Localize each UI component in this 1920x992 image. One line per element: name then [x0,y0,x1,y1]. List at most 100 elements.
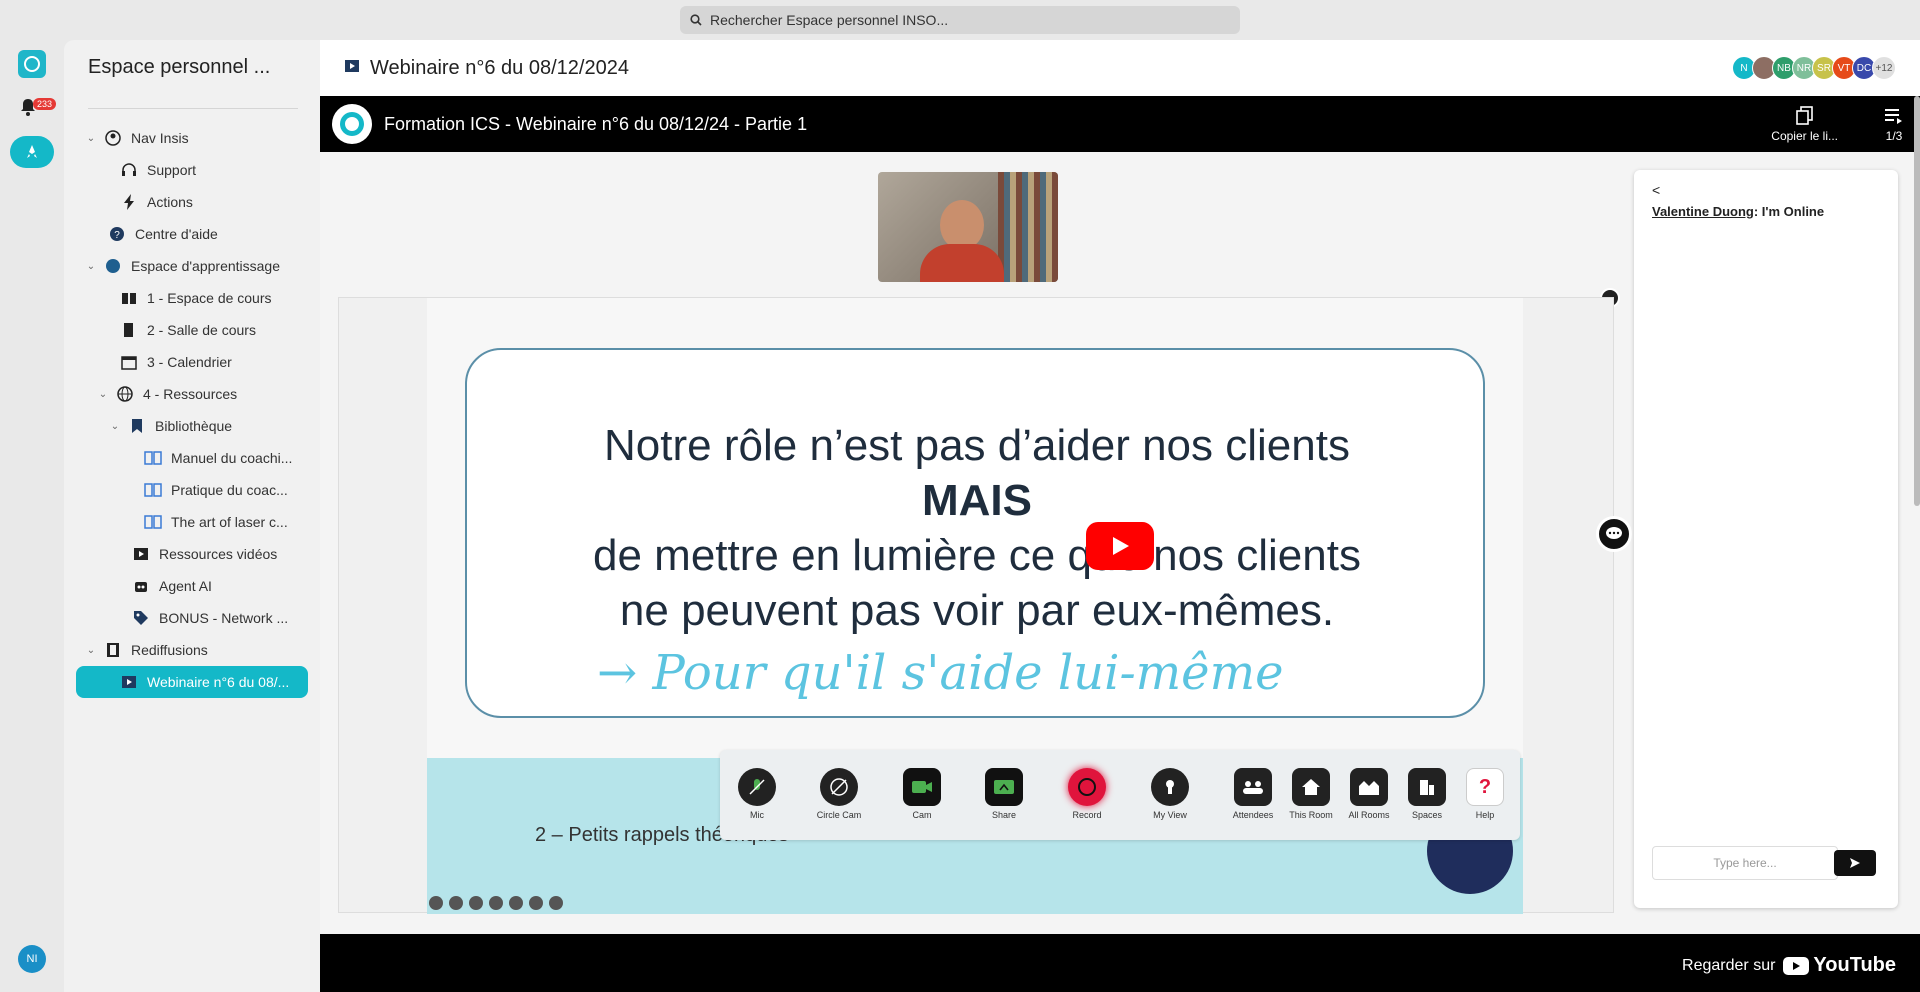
watch-on-youtube-link[interactable]: Regarder sur YouTube [1682,954,1896,977]
quote-box: Notre rôle n’est pas d’aider nos clients… [465,348,1485,718]
book-icon [144,449,162,467]
robot-icon [132,577,150,595]
video-frame[interactable]: Notre rôle n’est pas d’aider nos clients… [320,152,1920,934]
handwritten-note: → Pour qu'il s'aide lui-même [597,645,1284,701]
zoom-icon[interactable] [469,896,483,910]
webcam-thumbnail [878,172,1058,282]
sidebar-item-centre-aide[interactable]: ? Centre d'aide [64,218,320,250]
sidebar-item-ressources[interactable]: ⌄ 4 - Ressources [64,378,320,410]
attendees-button[interactable]: Attendees [1228,768,1278,820]
page-title: Webinaire n°6 du 08/12/2024 [370,56,629,79]
help-button[interactable]: ? Help [1460,768,1510,820]
share-button[interactable]: Share [979,768,1029,820]
copy-link-button[interactable]: Copier le li... [1771,106,1838,143]
sidebar-item-agent-ai[interactable]: Agent AI [64,570,320,602]
all-rooms-button[interactable]: All Rooms [1344,768,1394,820]
search-placeholder: Rechercher Espace personnel INSO... [710,12,949,28]
search-icon [690,14,702,26]
sidebar-item-bibliotheque[interactable]: ⌄ Bibliothèque [64,410,320,442]
spaces-button[interactable]: Spaces [1402,768,1452,820]
circle-cam-button[interactable]: Circle Cam [814,768,864,820]
video-icon [120,673,138,691]
video-title[interactable]: Formation ICS - Webinaire n°6 du 08/12/2… [384,114,807,135]
sidebar-item-pratique[interactable]: Pratique du coac... [64,474,320,506]
sidebar-item-actions[interactable]: Actions [64,186,320,218]
copy-link-label: Copier le li... [1771,129,1838,143]
sidebar-title: Espace personnel ... [88,56,271,78]
avatar-overflow[interactable]: +12 [1872,56,1896,80]
send-button[interactable] [1834,850,1876,876]
sidebar-item-calendrier[interactable]: 3 - Calendrier [64,346,320,378]
share-screen-icon [985,768,1023,806]
chat-message: Valentine Duong: I'm Online [1652,204,1825,219]
video-icon [344,58,360,79]
book-icon [144,513,162,531]
sidebar-item-webinaire[interactable]: Webinaire n°6 du 08/... [76,666,308,698]
meeting-toolbar: Mic Circle Cam Cam Share Record My View … [720,750,1520,840]
sidebar-item-ressources-videos[interactable]: Ressources vidéos [64,538,320,570]
attendees-icon [1234,768,1272,806]
video-title-bar: Formation ICS - Webinaire n°6 du 08/12/2… [320,96,1920,152]
sidebar-tree: ⌄ Nav Insis Support Actions ? Centre d'aid… [64,122,320,698]
camera-icon [903,768,941,806]
circle-cam-icon [820,768,858,806]
chevron-down-icon[interactable]: ⌄ [84,133,98,144]
sidebar-item-salle-cours[interactable]: 2 - Salle de cours [64,314,320,346]
pen-icon[interactable] [449,896,463,910]
user-avatar[interactable]: NI [18,945,46,973]
top-bar: Rechercher Espace personnel INSO... [0,0,1920,40]
rooms-icon [1350,768,1388,806]
search-input[interactable]: Rechercher Espace personnel INSO... [680,6,1240,34]
bookmark-icon [128,417,146,435]
video-icon [132,545,150,563]
video-player[interactable]: Formation ICS - Webinaire n°6 du 08/12/2… [320,96,1920,992]
chat-panel: < Valentine Duong: I'm Online Type here.… [1634,170,1898,908]
send-icon [1850,858,1860,868]
chat-back-button[interactable]: < [1652,182,1660,198]
play-button[interactable] [1086,522,1154,570]
sidebar-item-bonus-network[interactable]: BONUS - Network ... [64,602,320,634]
video-footer: Regarder sur YouTube [320,934,1920,992]
mic-button[interactable]: Mic [732,768,782,820]
sidebar-item-espace-apprentissage[interactable]: ⌄ Espace d'apprentissage [64,250,320,282]
this-room-button[interactable]: This Room [1286,768,1336,820]
book-icon [144,481,162,499]
building-icon [1408,768,1446,806]
svg-text:?: ? [114,230,120,241]
mic-icon [738,768,776,806]
cam-button[interactable]: Cam [897,768,947,820]
chevron-down-icon[interactable]: ⌄ [108,421,122,432]
prev-slide-icon[interactable] [429,896,443,910]
sidebar-item-nav-insis[interactable]: ⌄ Nav Insis [64,122,320,154]
member-avatars[interactable]: N NB NR SR VT DC +12 [1732,56,1896,80]
sidebar-item-rediffusions[interactable]: ⌄ Rediffusions [64,634,320,666]
chevron-down-icon[interactable]: ⌄ [84,645,98,656]
sidebar-item-manuel[interactable]: Manuel du coachi... [64,442,320,474]
rocket-icon[interactable] [10,136,54,168]
sidebar: Espace personnel ... ⌄ Nav Insis Support … [64,40,320,992]
chevron-down-icon[interactable]: ⌄ [96,389,110,400]
chat-input[interactable]: Type here... [1652,846,1838,880]
sidebar-item-support[interactable]: Support [64,154,320,186]
scrollbar[interactable] [1914,96,1920,506]
app-rail: 233 NI [0,40,64,992]
youtube-icon [1783,956,1810,975]
next-slide-icon[interactable] [549,896,563,910]
sidebar-item-espace-cours[interactable]: 1 - Espace de cours [64,282,320,314]
youtube-logo: YouTube [1783,954,1896,977]
chat-toggle-icon[interactable] [1596,516,1632,552]
slide-tools[interactable] [429,896,563,910]
chevron-down-icon[interactable]: ⌄ [84,261,98,272]
notification-badge: 233 [33,98,57,110]
channel-logo-icon[interactable] [332,104,372,144]
sidebar-item-art-laser[interactable]: The art of laser c... [64,506,320,538]
playlist-button[interactable]: 1/3 [1884,106,1904,143]
app-logo-icon[interactable] [18,50,46,78]
record-button[interactable]: Record [1062,768,1112,820]
camera-icon[interactable] [509,896,523,910]
globe-icon [104,257,122,275]
home-icon [1292,768,1330,806]
my-view-button[interactable]: My View [1145,768,1195,820]
cc-icon[interactable] [489,896,503,910]
more-icon[interactable] [529,896,543,910]
